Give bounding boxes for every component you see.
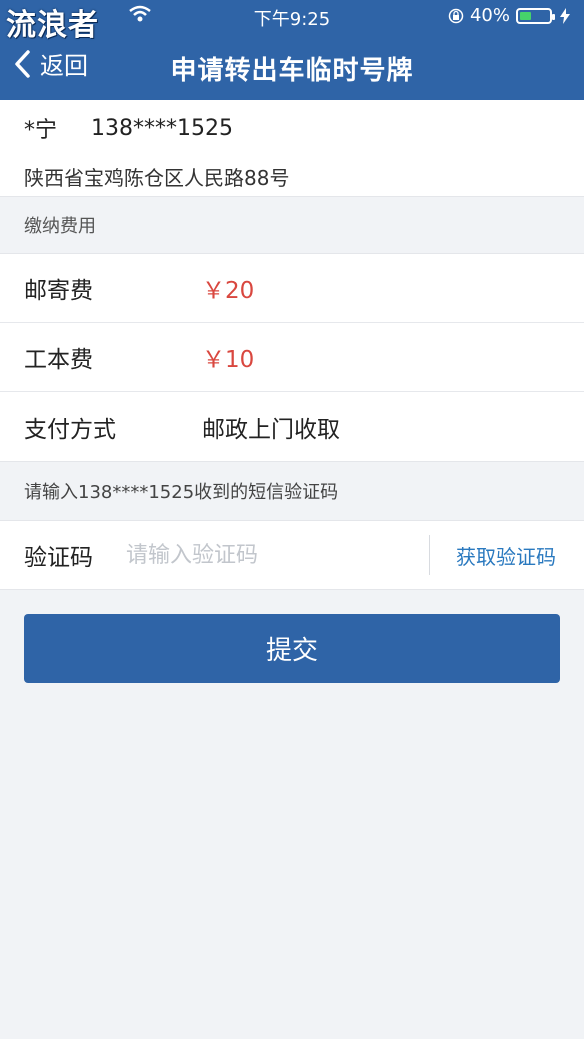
battery-icon — [516, 7, 555, 24]
recipient-address: 陕西省宝鸡陈仓区人民路88号 — [24, 166, 290, 190]
recipient-phone: 138****1525 — [91, 115, 233, 141]
nav-bar: 返回 申请转出车临时号牌 — [0, 32, 584, 100]
submit-button[interactable]: 提交 — [24, 614, 560, 683]
production-fee-label: 工本费 — [24, 347, 93, 373]
battery-percent: 40% — [469, 5, 510, 26]
verification-code-input[interactable] — [124, 541, 429, 569]
verification-code-label: 验证码 — [24, 545, 93, 571]
payment-method-label: 支付方式 — [24, 416, 116, 443]
payment-method-row: 支付方式 邮政上门收取 — [0, 392, 584, 461]
payment-method-value: 邮政上门收取 — [202, 416, 340, 443]
sms-prompt: 请输入138****1525收到的短信验证码 — [0, 461, 584, 521]
verification-code-row: 验证码 获取验证码 — [0, 521, 584, 590]
postage-fee-row: 邮寄费 ￥20 — [0, 254, 584, 323]
charging-bolt-icon — [560, 7, 570, 24]
postage-fee-label: 邮寄费 — [24, 278, 93, 304]
recipient-card: *宁 138****1525 陕西省宝鸡陈仓区人民路88号 — [0, 100, 584, 196]
postage-fee-value: ￥20 — [202, 278, 255, 304]
production-fee-row: 工本费 ￥10 — [0, 323, 584, 392]
header: 流浪者 下午9:25 40% 返回 申请转出车临时号牌 — [0, 0, 584, 100]
page-title: 申请转出车临时号牌 — [170, 56, 414, 86]
battery-fill — [520, 11, 531, 20]
divider — [429, 535, 430, 575]
fees-list: 邮寄费 ￥20 工本费 ￥10 支付方式 邮政上门收取 — [0, 254, 584, 461]
recipient-name-row: *宁 138****1525 — [24, 100, 560, 156]
status-right-group: 40% — [448, 5, 572, 26]
get-code-button[interactable]: 获取验证码 — [456, 541, 556, 570]
lock-rotation-icon — [448, 8, 464, 23]
recipient-name: *宁 — [24, 118, 58, 143]
fees-section-label: 缴纳费用 — [0, 196, 584, 254]
status-bar: 流浪者 下午9:25 40% — [0, 0, 584, 43]
production-fee-value: ￥10 — [202, 347, 255, 373]
